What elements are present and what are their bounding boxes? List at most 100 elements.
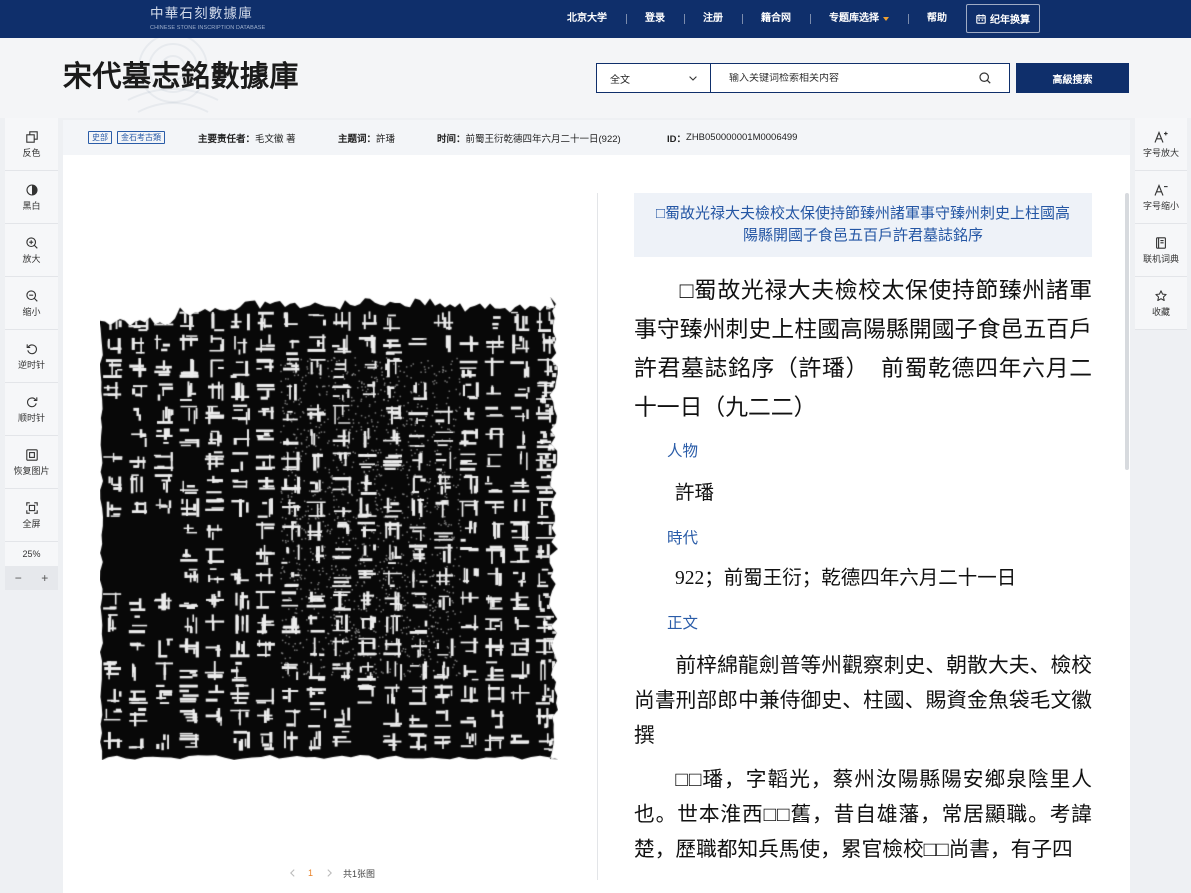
page-title: 宋代墓志銘數據庫 — [63, 61, 300, 93]
tool-invert[interactable]: 反色 — [5, 118, 58, 171]
nav-item-topic-select-label: 专题库选择 — [829, 13, 879, 24]
tool-restore-image[interactable]: 恢复图片 — [5, 436, 58, 489]
record-heading: □蜀故光禄大夫檢校太保使持節臻州諸軍事守臻州刺史上柱國高陽縣開國子食邑五百戶許君… — [634, 278, 1092, 420]
era-convert-button[interactable]: 纪年换算 — [966, 4, 1040, 33]
rotate-cw-icon — [26, 396, 38, 408]
tool-font-increase-label: 字号放大 — [1142, 147, 1179, 158]
meta-time-value: 前蜀王衍乾德四年六月二十一日(922) — [465, 133, 621, 145]
meta-subject: 主题词： 許璠 — [338, 120, 395, 155]
record-title-box: □蜀故光禄大夫檢校太保使持節臻州諸軍事守臻州刺史上柱國高陽縣開國子食邑五百戶許君… — [634, 193, 1092, 257]
tool-fullscreen-label: 全屏 — [22, 518, 41, 529]
image-count: 共1张图 — [343, 868, 376, 879]
meta-id-value: ZHB050000001M0006499 — [686, 132, 798, 143]
logo-title: 中華石刻數據庫 — [150, 6, 253, 21]
search-query-area — [711, 64, 1009, 92]
body-paragraph: 前梓綿龍劍普等州觀察刺史、朝散大夫、檢校尚書刑部郎中兼侍御史、柱國、賜資金魚袋毛… — [634, 655, 1092, 747]
section-label-person: 人物 — [667, 443, 699, 460]
panel-divider — [597, 193, 598, 880]
text-toolbar: 字号放大 字号缩小 联机词典 收藏 — [1135, 118, 1187, 330]
search-scope-select[interactable]: 全文 — [597, 64, 711, 92]
tool-font-decrease[interactable]: 字号缩小 — [1135, 171, 1187, 224]
rotate-ccw-icon — [26, 343, 38, 355]
record-meta-bar: 史部 金石考古類 主要责任者： 毛文徽 著 主题词： 許璠 时间： 前蜀王衍乾德… — [63, 120, 1130, 155]
tool-grayscale-label: 黑白 — [22, 200, 41, 211]
tool-rotate-ccw[interactable]: 逆时针 — [5, 330, 58, 383]
category-tag-jinshi[interactable]: 金石考古類 — [117, 131, 165, 144]
zoom-stepper: − + — [5, 566, 58, 590]
record-content-panel: 1 共1张图 □蜀故光禄大夫檢校太保使持節臻州諸軍事守臻州刺史上柱國高陽縣開國子… — [63, 155, 1130, 893]
search-scope-value: 全文 — [610, 74, 630, 86]
prev-page-icon[interactable] — [288, 869, 296, 877]
meta-author-label: 主要责任者： — [198, 133, 256, 145]
section-value-person: 許璠 — [675, 483, 715, 504]
tool-invert-label: 反色 — [22, 147, 41, 158]
body-paragraph: □□璠，字韜光，蔡州汝陽縣陽安鄉泉陰里人也。世本淮西□□舊，昔自雄藩，常居顯職。… — [634, 769, 1092, 861]
current-page[interactable]: 1 — [308, 868, 313, 878]
tool-favorite-label: 收藏 — [1151, 306, 1170, 317]
image-pagination: 1 共1张图 — [288, 866, 375, 880]
nav-item-pku[interactable]: 北京大学 — [548, 0, 626, 38]
top-nav-menu: 北京大学 登录 注册 籍合网 专题库选择 帮助 — [548, 0, 966, 38]
zoom-out-icon — [25, 289, 38, 302]
meta-author: 主要责任者： 毛文徽 著 — [198, 120, 296, 155]
font-decrease-icon — [1154, 183, 1168, 196]
invert-icon — [25, 130, 38, 143]
nav-item-register[interactable]: 注册 — [684, 0, 742, 38]
section-label-body: 正文 — [667, 615, 699, 632]
category-tag-shibu[interactable]: 史部 — [88, 131, 112, 144]
tool-dictionary[interactable]: 联机词典 — [1135, 224, 1187, 277]
star-icon — [1155, 289, 1167, 302]
tool-rotate-cw[interactable]: 顺时针 — [5, 383, 58, 436]
fullscreen-icon — [25, 501, 38, 514]
era-convert-label: 纪年换算 — [990, 15, 1030, 26]
tool-zoom-in[interactable]: 放大 — [5, 224, 58, 277]
tool-zoom-out-label: 缩小 — [22, 306, 41, 317]
zoom-plus-button[interactable]: + — [32, 566, 59, 590]
nav-item-login[interactable]: 登录 — [626, 0, 684, 38]
tool-fullscreen[interactable]: 全屏 — [5, 489, 58, 542]
section-label-era: 時代 — [667, 530, 699, 547]
search-input[interactable] — [729, 72, 979, 84]
category-tags: 史部 金石考古類 — [88, 120, 170, 155]
caret-down-icon — [883, 17, 889, 21]
tool-favorite[interactable]: 收藏 — [1135, 277, 1187, 330]
rubbing-image[interactable] — [100, 297, 558, 760]
tool-zoom-out[interactable]: 缩小 — [5, 277, 58, 330]
top-nav-bar: 中華石刻數據庫 CHINESE STONE INSCRIPTION DATABA… — [0, 0, 1191, 38]
logo-subtitle: CHINESE STONE INSCRIPTION DATABASE — [150, 25, 266, 31]
tool-font-increase[interactable]: 字号放大 — [1135, 118, 1187, 171]
search-bar: 全文 — [596, 63, 1010, 93]
image-toolbar: 反色 黑白 放大 缩小 逆时针 顺时针 恢复图片 全屏 25% − + — [5, 118, 58, 590]
section-value-era: 922；前蜀王衍；乾德四年六月二十一日 — [675, 568, 1017, 589]
site-logo[interactable]: 中華石刻數據庫 CHINESE STONE INSCRIPTION DATABA… — [150, 6, 272, 32]
tool-rotate-ccw-label: 逆时针 — [17, 359, 45, 370]
record-text-panel: □蜀故光禄大夫檢校太保使持節臻州諸軍事守臻州刺史上柱國高陽縣開國子食邑五百戶許君… — [634, 193, 1092, 893]
zoom-in-icon — [25, 236, 38, 249]
page-header: 宋代墓志銘數據庫 全文 高級搜索 — [0, 38, 1191, 118]
meta-subject-value: 許璠 — [376, 133, 396, 145]
nav-item-jihe[interactable]: 籍合网 — [742, 0, 810, 38]
meta-time-label: 时间： — [437, 133, 466, 145]
zoom-minus-button[interactable]: − — [5, 566, 32, 590]
chevron-down-icon — [689, 75, 697, 81]
tool-dictionary-label: 联机词典 — [1142, 253, 1179, 264]
meta-subject-label: 主题词： — [338, 133, 377, 145]
calendar-icon — [976, 13, 986, 24]
next-page-icon[interactable] — [325, 869, 333, 877]
text-scrollbar[interactable] — [1125, 193, 1129, 470]
tool-zoom-in-label: 放大 — [22, 253, 41, 264]
nav-item-help[interactable]: 帮助 — [908, 0, 966, 38]
dictionary-icon — [1155, 236, 1167, 249]
search-icon[interactable] — [979, 72, 991, 84]
tool-restore-image-label: 恢复图片 — [13, 465, 50, 476]
advanced-search-button[interactable]: 高級搜索 — [1016, 63, 1129, 93]
tool-rotate-cw-label: 顺时针 — [17, 412, 45, 423]
font-increase-icon — [1154, 130, 1168, 143]
grayscale-icon — [25, 183, 38, 196]
nav-item-topic-select[interactable]: 专题库选择 — [810, 0, 908, 38]
restore-image-icon — [25, 448, 38, 461]
tool-font-decrease-label: 字号缩小 — [1142, 200, 1179, 211]
meta-id-label: ID： — [667, 133, 687, 145]
zoom-level: 25% — [22, 549, 41, 559]
tool-grayscale[interactable]: 黑白 — [5, 171, 58, 224]
